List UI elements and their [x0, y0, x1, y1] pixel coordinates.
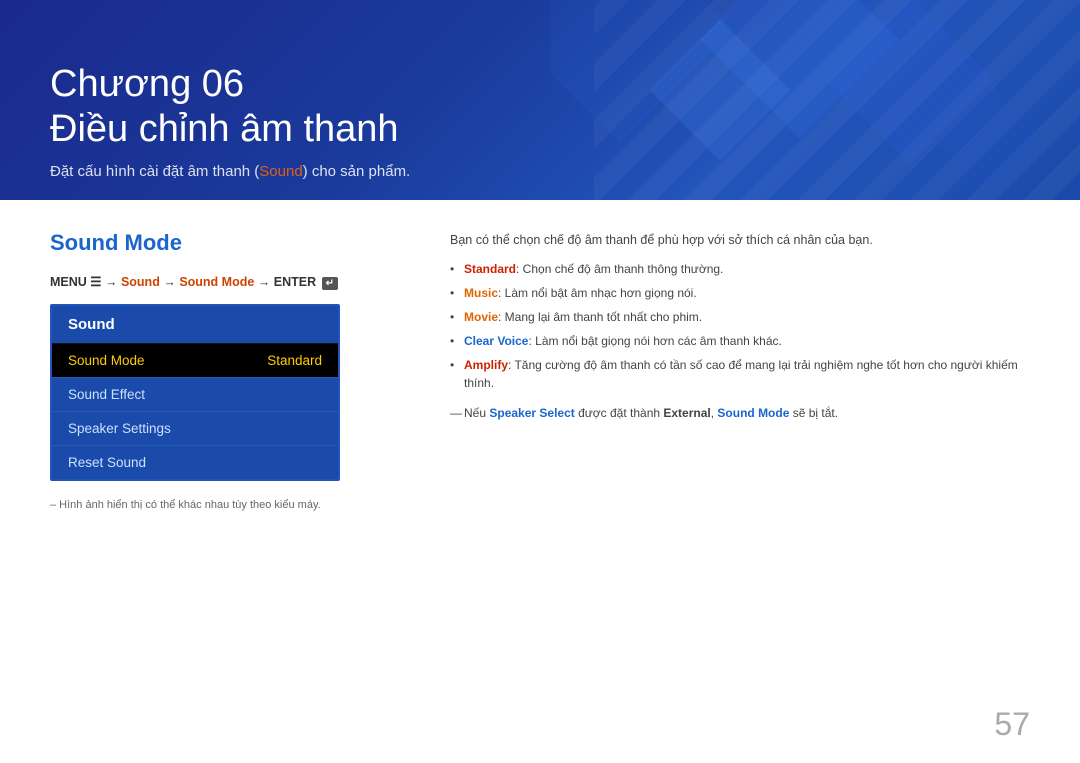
note-term3: Sound Mode [717, 406, 789, 420]
text-standard: : Chọn chế độ âm thanh thông thường. [516, 262, 723, 276]
tv-menu-header: Sound [52, 306, 338, 343]
bullet-clear-voice: Clear Voice: Làm nổi bật giọng nói hơn c… [450, 332, 1030, 350]
text-amplify: : Tăng cường độ âm thanh có tần số cao đ… [464, 358, 1018, 390]
footnote: – Hình ảnh hiển thị có thể khác nhau tùy… [50, 497, 410, 514]
chapter-number: Chương 06 [50, 63, 244, 105]
tv-menu-item-reset-sound[interactable]: Reset Sound [52, 445, 338, 479]
page-number: 57 [994, 706, 1030, 743]
tv-menu-item-sound-mode[interactable]: Sound Mode Standard [52, 343, 338, 377]
bullet-amplify: Amplify: Tăng cường độ âm thanh có tần s… [450, 356, 1030, 392]
subtitle-suffix: ) cho sản phẩm. [303, 163, 411, 180]
note-text: Nếu Speaker Select được đặt thành Extern… [450, 404, 1030, 422]
bullet-standard: Standard: Chọn chế độ âm thanh thông thư… [450, 260, 1030, 278]
chapter-title: Chương 06 Điều chỉnh âm thanh [50, 62, 410, 153]
subtitle-prefix: Đặt cấu hình cài đặt âm thanh ( [50, 163, 259, 180]
note-suffix: sẽ bị tắt. [789, 406, 838, 420]
item-label-sound-mode: Sound Mode [68, 353, 145, 368]
chapter-heading: Điều chỉnh âm thanh [50, 108, 399, 150]
left-panel: Sound Mode MENU ☰ → Sound → Sound Mode →… [50, 230, 410, 514]
note-middle: được đặt thành [575, 406, 664, 420]
item-label-speaker-settings: Speaker Settings [68, 421, 171, 436]
section-title: Sound Mode [50, 230, 410, 256]
term-clear-voice: Clear Voice [464, 334, 528, 348]
menu-instruction: MENU ☰ → Sound → Sound Mode → ENTER ↵ [50, 274, 410, 290]
term-music: Music [464, 286, 498, 300]
decorative-diamonds [550, 0, 1050, 200]
text-clear-voice: : Làm nổi bật giọng nói hơn các âm thanh… [528, 334, 781, 348]
header-banner: Chương 06 Điều chỉnh âm thanh Đặt cấu hì… [0, 0, 1080, 200]
term-standard: Standard [464, 262, 516, 276]
menu-label: MENU ☰ [50, 275, 101, 289]
nav-enter: ENTER ↵ [274, 275, 338, 289]
bullet-music: Music: Làm nổi bật âm nhạc hơn giọng nói… [450, 284, 1030, 302]
main-content: Sound Mode MENU ☰ → Sound → Sound Mode →… [0, 200, 1080, 544]
note-prefix: Nếu [464, 406, 489, 420]
term-amplify: Amplify [464, 358, 508, 372]
description-text: Bạn có thể chọn chế độ âm thanh để phù h… [450, 230, 1030, 250]
tv-menu-item-speaker-settings[interactable]: Speaker Settings [52, 411, 338, 445]
chapter-subtitle: Đặt cấu hình cài đặt âm thanh (Sound) ch… [50, 163, 410, 180]
note-term2: External [663, 406, 710, 420]
item-label-sound-effect: Sound Effect [68, 387, 145, 402]
right-panel: Bạn có thể chọn chế độ âm thanh để phù h… [450, 230, 1030, 514]
text-movie: : Mang lại âm thanh tốt nhất cho phim. [498, 310, 702, 324]
subtitle-highlight: Sound [259, 163, 302, 180]
note-term1: Speaker Select [489, 406, 574, 420]
enter-icon: ↵ [322, 277, 338, 290]
bullet-movie: Movie: Mang lại âm thanh tốt nhất cho ph… [450, 308, 1030, 326]
tv-menu-item-sound-effect[interactable]: Sound Effect [52, 377, 338, 411]
tv-menu: Sound Sound Mode Standard Sound Effect S… [50, 304, 340, 481]
bullet-list: Standard: Chọn chế độ âm thanh thông thư… [450, 260, 1030, 392]
term-movie: Movie [464, 310, 498, 324]
item-value-sound-mode: Standard [267, 353, 322, 368]
text-music: : Làm nổi bật âm nhạc hơn giọng nói. [498, 286, 697, 300]
item-label-reset-sound: Reset Sound [68, 455, 146, 470]
nav-sound: Sound [121, 275, 160, 289]
header-text-block: Chương 06 Điều chỉnh âm thanh Đặt cấu hì… [50, 62, 410, 180]
nav-sound-mode: Sound Mode [179, 275, 254, 289]
